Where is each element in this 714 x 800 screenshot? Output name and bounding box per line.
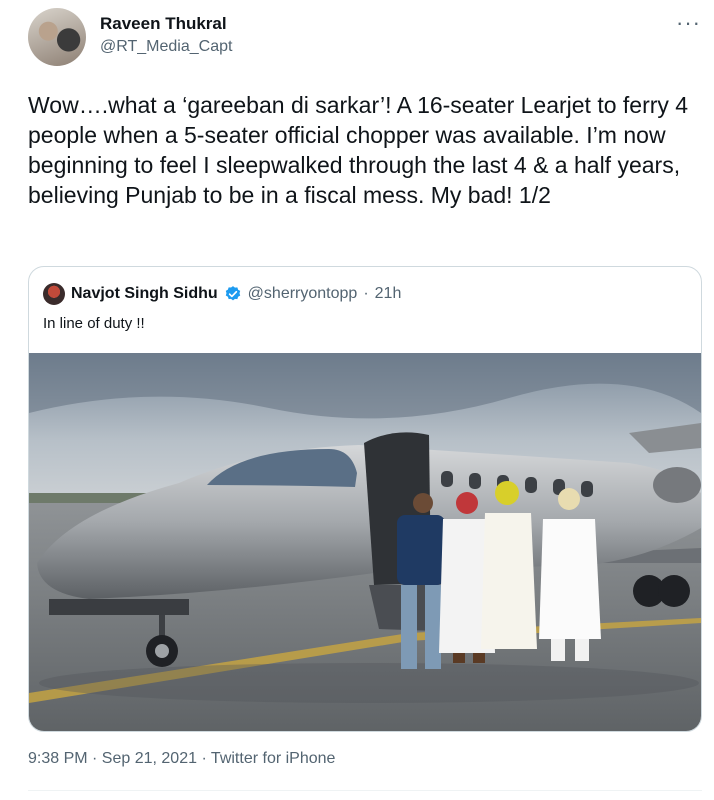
author-avatar[interactable] bbox=[28, 8, 86, 66]
quoted-tweet-time[interactable]: 21h bbox=[375, 285, 402, 303]
quoted-tweet[interactable]: Navjot Singh Sidhu @sherryontopp · 21h I… bbox=[28, 266, 702, 732]
divider bbox=[28, 790, 702, 791]
tweet-text: Wow….what a ‘gareeban di sarkar’! A 16-s… bbox=[28, 92, 689, 208]
quoted-tweet-photo[interactable] bbox=[29, 353, 701, 731]
tweet-timestamp[interactable]: 9:38 PM · Sep 21, 2021 · Twitter for iPh… bbox=[28, 750, 335, 768]
verified-badge-icon bbox=[225, 286, 240, 301]
quoted-tweet-text: In line of duty !! bbox=[43, 315, 145, 332]
tweet: Raveen Thukral @RT_Media_Capt ··· Wow….w… bbox=[0, 0, 714, 800]
author-name[interactable]: Raveen Thukral bbox=[100, 14, 227, 34]
quoted-tweet-header: Navjot Singh Sidhu @sherryontopp · 21h bbox=[43, 283, 401, 305]
quoted-author-handle[interactable]: @sherryontopp bbox=[248, 285, 358, 303]
quoted-author-name[interactable]: Navjot Singh Sidhu bbox=[71, 285, 218, 303]
author-handle[interactable]: @RT_Media_Capt bbox=[100, 38, 232, 56]
quoted-author-avatar[interactable] bbox=[43, 283, 65, 305]
separator-dot: · bbox=[363, 285, 369, 302]
more-horizontal-icon[interactable]: ··· bbox=[676, 10, 701, 36]
